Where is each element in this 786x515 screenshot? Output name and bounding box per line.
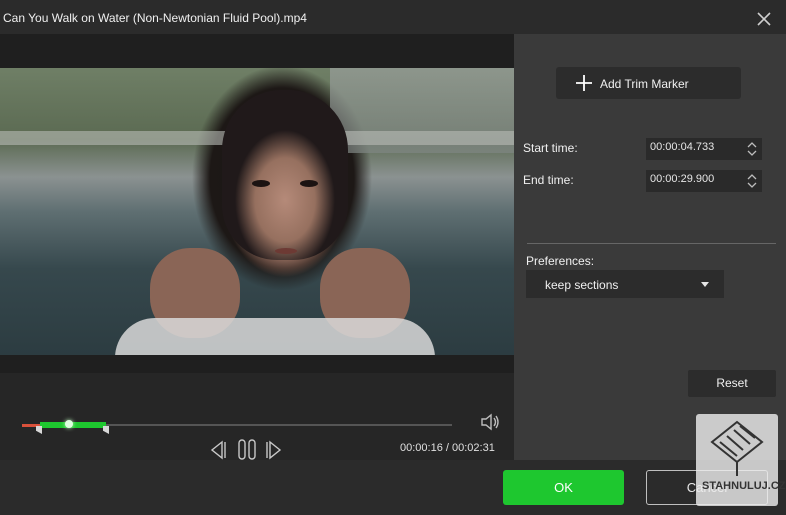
playhead[interactable] (65, 420, 73, 428)
panel-divider (527, 243, 776, 244)
end-time-field[interactable]: 00:00:29.900 (646, 170, 762, 192)
add-trim-marker-label: Add Trim Marker (600, 77, 689, 91)
video-frame[interactable] (0, 68, 514, 355)
timeline-kept-section[interactable] (40, 422, 106, 428)
previous-frame-icon[interactable] (208, 439, 228, 461)
volume-icon[interactable] (479, 412, 501, 432)
watermark-logo (710, 420, 764, 476)
watermark: STAHNULUJ.CZ (696, 414, 786, 506)
video-subject (222, 90, 348, 260)
next-frame-icon[interactable] (264, 439, 284, 461)
watermark-text: STAHNULUJ.CZ (702, 480, 786, 492)
spinner-arrows-icon[interactable] (746, 141, 758, 157)
video-mouth (275, 248, 297, 254)
ok-button[interactable]: OK (503, 470, 624, 505)
spinner-arrows-icon[interactable] (746, 173, 758, 189)
reset-button[interactable]: Reset (688, 370, 776, 397)
chevron-down-icon (701, 282, 709, 287)
video-eye (252, 180, 270, 187)
plus-icon (576, 75, 592, 91)
window-title: Can You Walk on Water (Non-Newtonian Flu… (3, 11, 307, 25)
start-time-label: Start time: (523, 141, 578, 155)
end-time-label: End time: (523, 173, 574, 187)
title-bar: Can You Walk on Water (Non-Newtonian Flu… (0, 0, 786, 34)
add-trim-marker-button[interactable]: Add Trim Marker (556, 67, 741, 99)
video-eye (300, 180, 318, 187)
time-display: 00:00:16 / 00:02:31 (400, 442, 495, 454)
close-icon[interactable] (756, 11, 772, 27)
start-time-value: 00:00:04.733 (650, 141, 715, 153)
video-shirt (115, 318, 435, 355)
start-time-field[interactable]: 00:00:04.733 (646, 138, 762, 160)
end-time-value: 00:00:29.900 (650, 173, 715, 185)
preferences-dropdown[interactable]: keep sections (526, 270, 724, 298)
preferences-label: Preferences: (526, 254, 595, 268)
preferences-selected-value: keep sections (545, 278, 619, 292)
